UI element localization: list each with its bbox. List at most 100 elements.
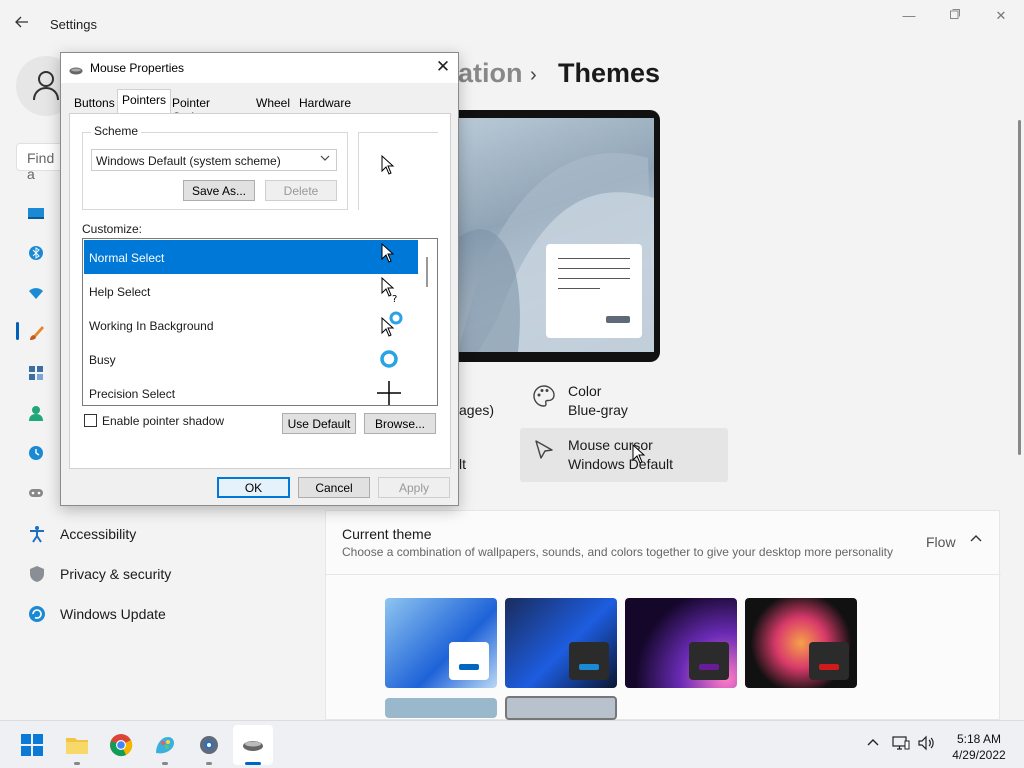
sidebar-item-label: Windows Update	[60, 606, 166, 622]
active-indicator	[245, 762, 261, 765]
minimize-icon[interactable]: —	[898, 8, 920, 26]
svg-text:?: ?	[392, 294, 397, 305]
color-option[interactable]: Color Blue-gray	[568, 382, 628, 420]
tab-hardware[interactable]: Hardware	[295, 91, 355, 113]
theme-thumbnail-dark-bloom[interactable]	[505, 598, 617, 688]
sidebar-item-privacy[interactable]: Privacy & security	[20, 556, 310, 592]
theme-thumbnail-row2-a[interactable]	[385, 698, 497, 718]
network-tray-icon[interactable]	[892, 735, 910, 754]
dialog-close-icon[interactable]: ✕	[433, 57, 453, 77]
background-value-partial: ages)	[459, 402, 495, 418]
sidebar-item-label: Accessibility	[60, 526, 137, 542]
accessibility-icon	[28, 525, 46, 543]
start-windows-icon[interactable]	[20, 733, 44, 757]
theme-thumbnail-captured-motion[interactable]	[745, 598, 857, 688]
current-theme-panel: Current theme Choose a combination of wa…	[325, 510, 1001, 720]
close-icon[interactable]: ✕	[990, 8, 1012, 26]
bluetooth-icon[interactable]	[28, 245, 44, 261]
enable-pointer-shadow-label[interactable]: Enable pointer shadow	[102, 414, 224, 428]
pointer-list[interactable]: Normal Select Help Select ? Working In B…	[82, 238, 438, 406]
arrow-cursor-icon	[381, 242, 395, 263]
current-theme-value: Flow	[926, 534, 956, 550]
mouse-pointer-icon	[632, 443, 646, 469]
settings-titlebar: Settings — ✕	[0, 0, 1024, 48]
tab-wheel[interactable]: Wheel	[252, 91, 294, 113]
update-icon	[28, 605, 46, 623]
working-cursor-icon	[381, 311, 403, 337]
scheme-select-value: Windows Default (system scheme)	[96, 154, 281, 168]
running-indicator	[162, 762, 168, 765]
breadcrumb-parent[interactable]: ation	[458, 58, 523, 89]
scheme-select[interactable]: Windows Default (system scheme)	[91, 149, 337, 171]
personalization-brush-icon[interactable]	[28, 325, 44, 341]
taskbar: 5:18 AM 4/29/2022	[0, 720, 1024, 768]
chevron-down-icon	[320, 153, 330, 166]
file-explorer-icon[interactable]	[65, 733, 89, 757]
sidebar-item-accessibility[interactable]: Accessibility	[20, 516, 310, 552]
pointers-tab-panel: Scheme Windows Default (system scheme) S…	[69, 113, 451, 469]
taskbar-clock[interactable]: 5:18 AM 4/29/2022	[944, 731, 1014, 763]
chevron-up-tray-icon[interactable]	[866, 735, 880, 752]
list-item-working-in-background[interactable]: Working In Background	[84, 308, 418, 342]
list-item-normal-select[interactable]: Normal Select	[84, 240, 418, 274]
list-item-help-select[interactable]: Help Select ?	[84, 274, 418, 308]
list-item-busy[interactable]: Busy	[84, 342, 418, 376]
mouse-cursor-title: Mouse cursor	[568, 437, 653, 453]
current-theme-description: Choose a combination of wallpapers, soun…	[342, 545, 893, 559]
sounds-value-partial: lt	[459, 456, 466, 472]
chevron-up-icon[interactable]	[970, 533, 982, 548]
gaming-icon[interactable]	[28, 485, 44, 501]
enable-pointer-shadow-checkbox[interactable]	[84, 414, 97, 427]
nav-active-indicator	[16, 322, 19, 340]
sidebar-item-windows-update[interactable]: Windows Update	[20, 596, 310, 632]
list-item-label: Precision Select	[89, 387, 176, 401]
list-item-label: Normal Select	[89, 251, 165, 265]
maximize-icon[interactable]	[944, 8, 966, 26]
back-arrow-icon[interactable]	[14, 14, 36, 34]
network-icon[interactable]	[28, 285, 44, 301]
tab-pointer-options[interactable]: Pointer Options	[168, 91, 217, 124]
browse-button[interactable]: Browse...	[364, 413, 436, 434]
theme-thumbnail-glow[interactable]	[625, 598, 737, 688]
mouse-cursor-value: Windows Default	[568, 456, 674, 472]
cancel-button[interactable]: Cancel	[298, 477, 370, 498]
dialog-titlebar[interactable]: Mouse Properties ✕	[61, 53, 458, 83]
ok-button[interactable]: OK	[217, 477, 290, 498]
apps-icon[interactable]	[28, 365, 44, 381]
accounts-icon[interactable]	[28, 405, 44, 421]
apply-button[interactable]: Apply	[378, 477, 450, 498]
tab-buttons[interactable]: Buttons	[70, 91, 119, 113]
save-as-button[interactable]: Save As...	[183, 180, 255, 201]
settings-gear-icon[interactable]	[197, 733, 221, 757]
preview-window	[546, 244, 642, 338]
volume-icon[interactable]	[917, 735, 935, 754]
color-option-title: Color	[568, 383, 602, 399]
theme-thumbnail-row2-b[interactable]	[505, 696, 617, 720]
list-item-precision-select[interactable]: Precision Select	[84, 376, 418, 405]
theme-thumbnail-light-bloom[interactable]	[385, 598, 497, 688]
breadcrumb-separator: ›	[530, 64, 537, 86]
use-default-button[interactable]: Use Default	[282, 413, 356, 434]
list-item-label: Busy	[89, 353, 116, 367]
mouse-cursor-option[interactable]: Mouse cursor Windows Default	[568, 436, 673, 474]
time-language-icon[interactable]	[28, 445, 44, 461]
page-scrollbar[interactable]	[1018, 120, 1021, 455]
app-title: Settings	[50, 17, 97, 32]
system-icon[interactable]	[28, 205, 44, 221]
mouse-properties-taskbar-icon[interactable]	[241, 733, 265, 757]
clock-date: 4/29/2022	[952, 748, 1006, 762]
current-theme-header[interactable]: Current theme Choose a combination of wa…	[326, 511, 1001, 575]
list-item-label: Working In Background	[89, 319, 214, 333]
crosshair-icon	[377, 381, 401, 405]
paint-icon[interactable]	[153, 733, 177, 757]
chrome-icon[interactable]	[109, 733, 133, 757]
tab-pointers[interactable]: Pointers	[117, 89, 172, 113]
list-scrollbar-thumb[interactable]	[426, 257, 428, 287]
cursor-arrow-icon	[532, 438, 556, 462]
customize-label: Customize:	[82, 222, 143, 236]
palette-icon	[532, 384, 556, 408]
search-input[interactable]: Find a	[16, 143, 66, 182]
list-item-label: Help Select	[89, 285, 151, 299]
theme-preview	[458, 110, 660, 362]
delete-button[interactable]: Delete	[265, 180, 337, 201]
